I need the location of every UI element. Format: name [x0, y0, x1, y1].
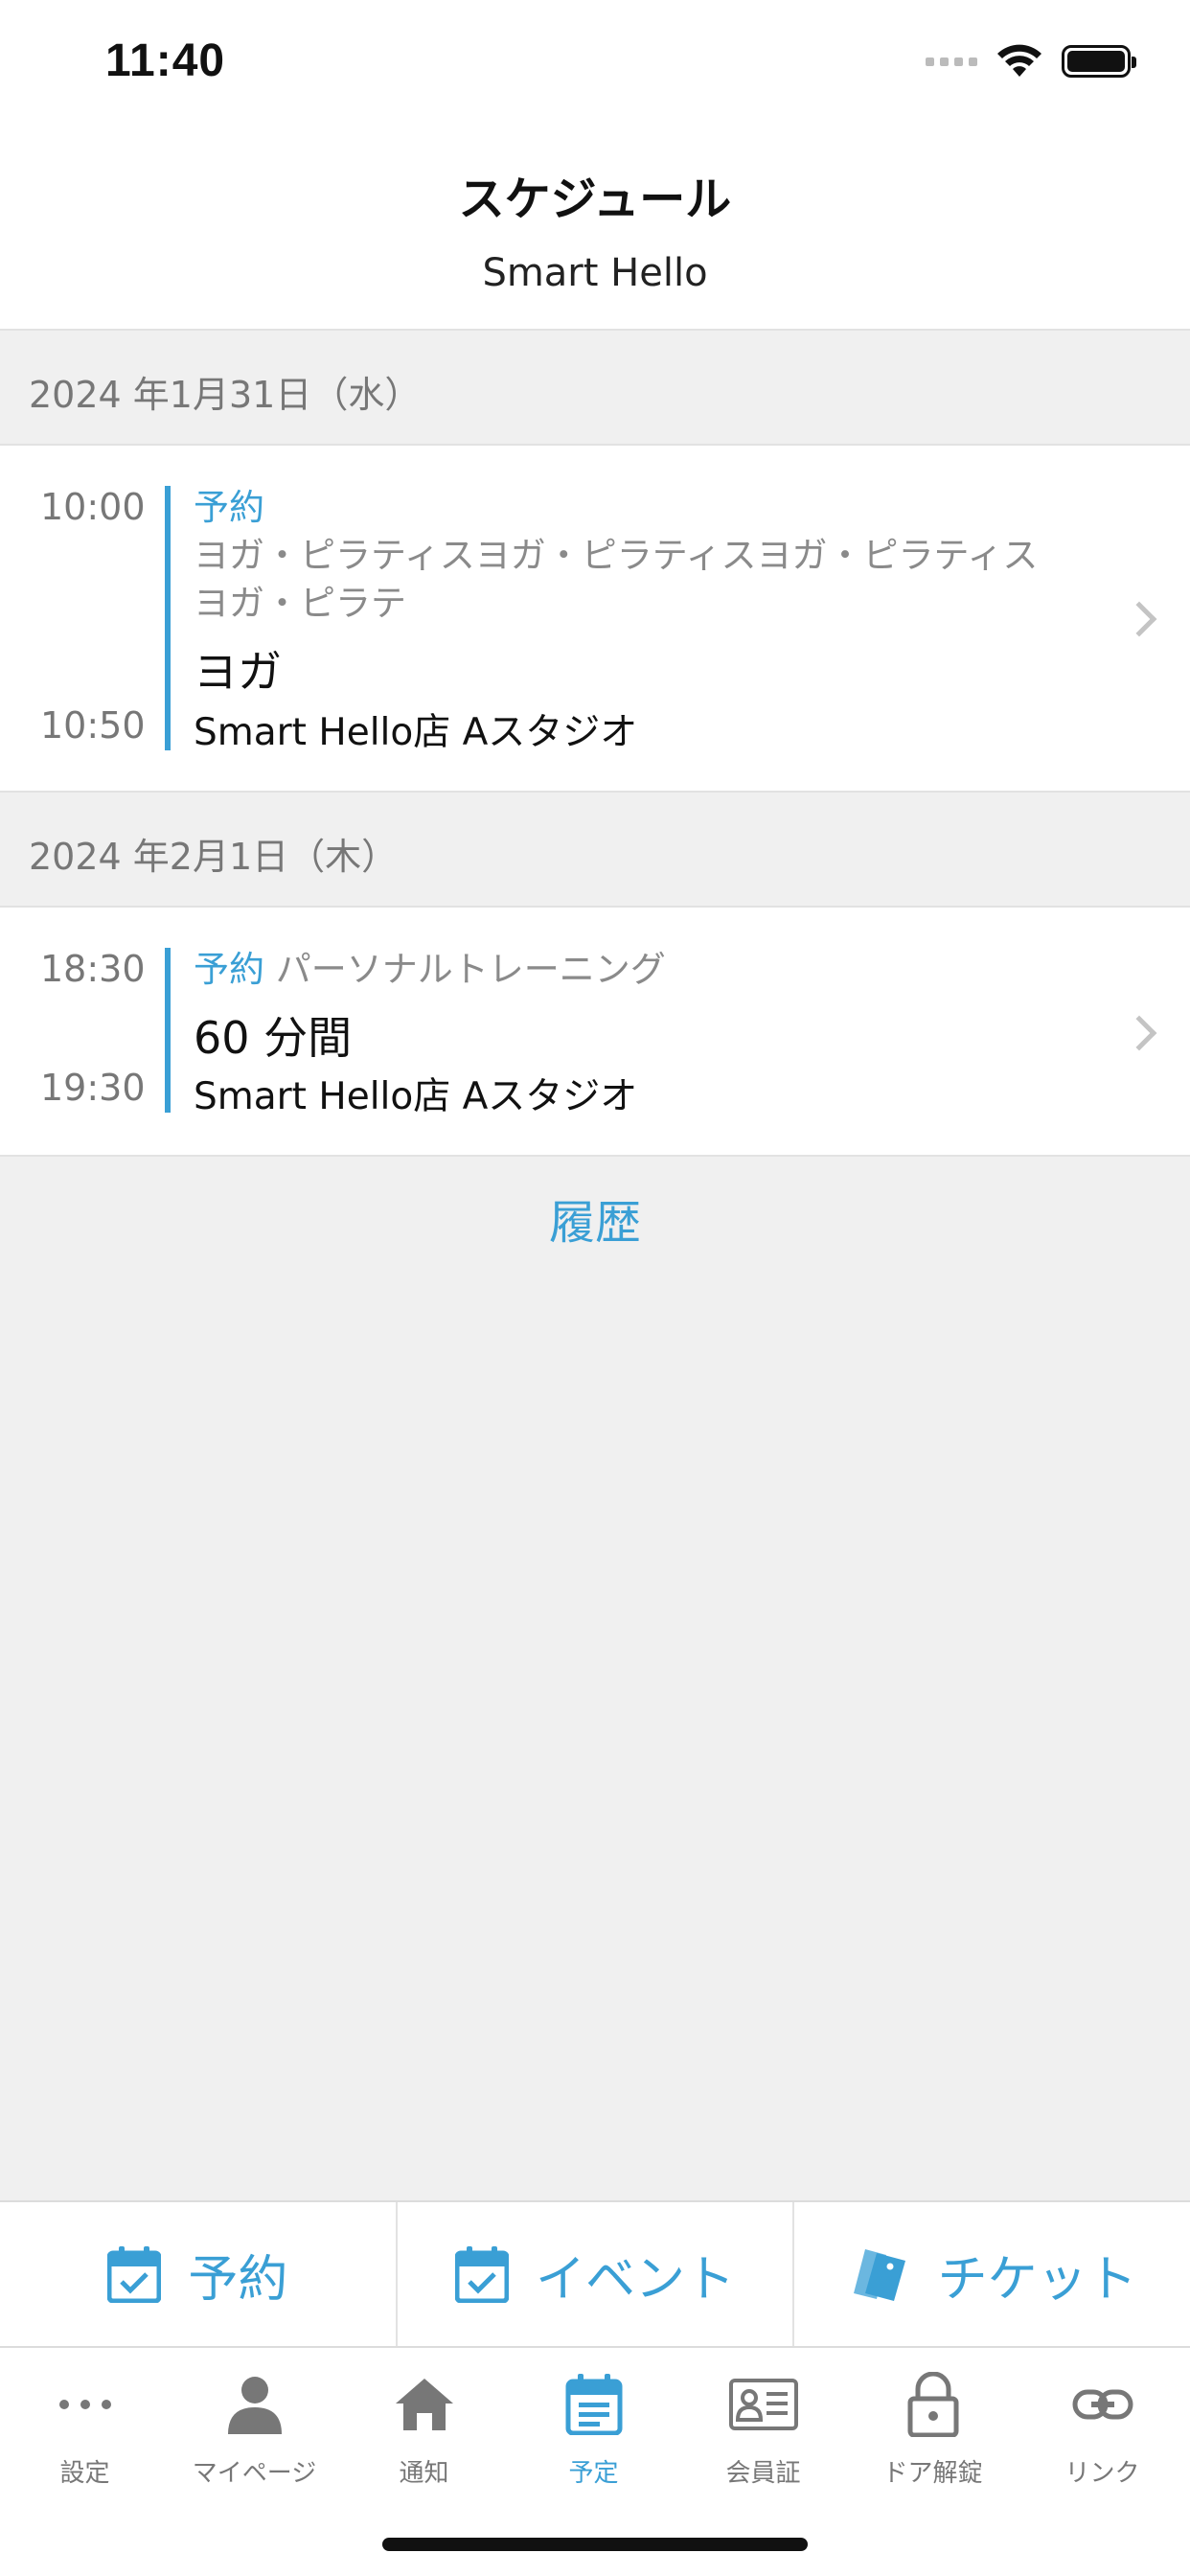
event-kind: 予約 [194, 949, 264, 990]
ticket-button[interactable]: チケット [794, 2202, 1190, 2346]
event-title: 60 分間 [194, 1012, 353, 1064]
date-header: 2024 年1月31日（水） [0, 331, 1190, 446]
event-time-bar [165, 948, 171, 1113]
event-category: パーソナルトレーニング [275, 949, 666, 990]
reserve-label: 予約 [188, 2250, 288, 2309]
lock-icon [906, 2367, 960, 2442]
tab-label: ドア解錠 [882, 2459, 983, 2488]
date-label: 2024 年2月1日（木） [29, 836, 399, 878]
link-icon [1072, 2367, 1133, 2442]
person-icon [226, 2367, 284, 2442]
calendar-check-icon [107, 2246, 162, 2303]
reserve-button[interactable]: 予約 [0, 2202, 398, 2346]
calendar-check-icon [455, 2246, 509, 2303]
status-time: 11:40 [105, 35, 226, 86]
schedule-icon [565, 2367, 623, 2442]
ticket-label: チケット [937, 2250, 1137, 2309]
status-bar: 11:40 [0, 0, 1190, 134]
action-bar: 予約 イベント チケット [0, 2200, 1190, 2348]
ticket-icon [853, 2249, 905, 2301]
event-end-time: 19:30 [40, 1067, 146, 1109]
event-end-time: 10:50 [40, 704, 146, 747]
event-kind: 予約 [194, 487, 264, 528]
home-icon [394, 2367, 455, 2442]
tab-label: マイページ [192, 2459, 317, 2488]
tab-label: リンク [1064, 2459, 1140, 2488]
history-link[interactable]: 履歴 [0, 1184, 1190, 1252]
event-start-time: 18:30 [40, 948, 146, 990]
chevron-right-icon [1121, 601, 1157, 637]
page-subtitle: Smart Hello [482, 251, 708, 295]
event-start-time: 10:00 [40, 486, 146, 528]
chevron-right-icon [1121, 1015, 1157, 1051]
event-button[interactable]: イベント [398, 2202, 795, 2346]
tab-label: 会員証 [725, 2459, 801, 2488]
event-place: Smart Hello店 Aスタジオ [194, 1075, 638, 1118]
page-title: スケジュール [458, 172, 732, 226]
event-summary: 予約 パーソナルトレーニング [194, 946, 1075, 994]
tab-door-unlock[interactable]: ドア解錠 [848, 2348, 1018, 2576]
tab-links[interactable]: リンク [1018, 2348, 1187, 2576]
signal-icon [926, 57, 977, 66]
tab-label: 通知 [399, 2459, 449, 2488]
event-summary: 予約 ヨガ・ピラティスヨガ・ピラティスヨガ・ピラティスヨガ・ピラテ [194, 484, 1075, 628]
wifi-icon [997, 44, 1041, 77]
home-indicator[interactable] [382, 2538, 808, 2551]
event-category: ヨガ・ピラティスヨガ・ピラティスヨガ・ピラティスヨガ・ピラテ [194, 535, 1039, 624]
event-row[interactable]: 18:30 19:30 予約 パーソナルトレーニング 60 分間 Smart H… [0, 908, 1190, 1157]
status-icons [926, 44, 1136, 79]
event-place: Smart Hello店 Aスタジオ [194, 711, 638, 754]
battery-icon [1062, 45, 1136, 78]
event-title: ヨガ [194, 646, 282, 698]
id-card-icon [728, 2367, 799, 2442]
date-label: 2024 年1月31日（水） [29, 374, 422, 416]
page-header: スケジュール Smart Hello [0, 134, 1190, 331]
date-header: 2024 年2月1日（木） [0, 793, 1190, 908]
tab-label: 予定 [568, 2459, 619, 2488]
event-time-bar [165, 486, 171, 750]
tab-label: 設定 [59, 2459, 110, 2488]
event-row[interactable]: 10:00 10:50 予約 ヨガ・ピラティスヨガ・ピラティスヨガ・ピラティスヨ… [0, 446, 1190, 793]
tab-settings[interactable]: 設定 [0, 2348, 170, 2576]
tab-mypage[interactable]: マイページ [170, 2348, 339, 2576]
more-icon [57, 2367, 114, 2442]
event-label: イベント [536, 2250, 736, 2309]
